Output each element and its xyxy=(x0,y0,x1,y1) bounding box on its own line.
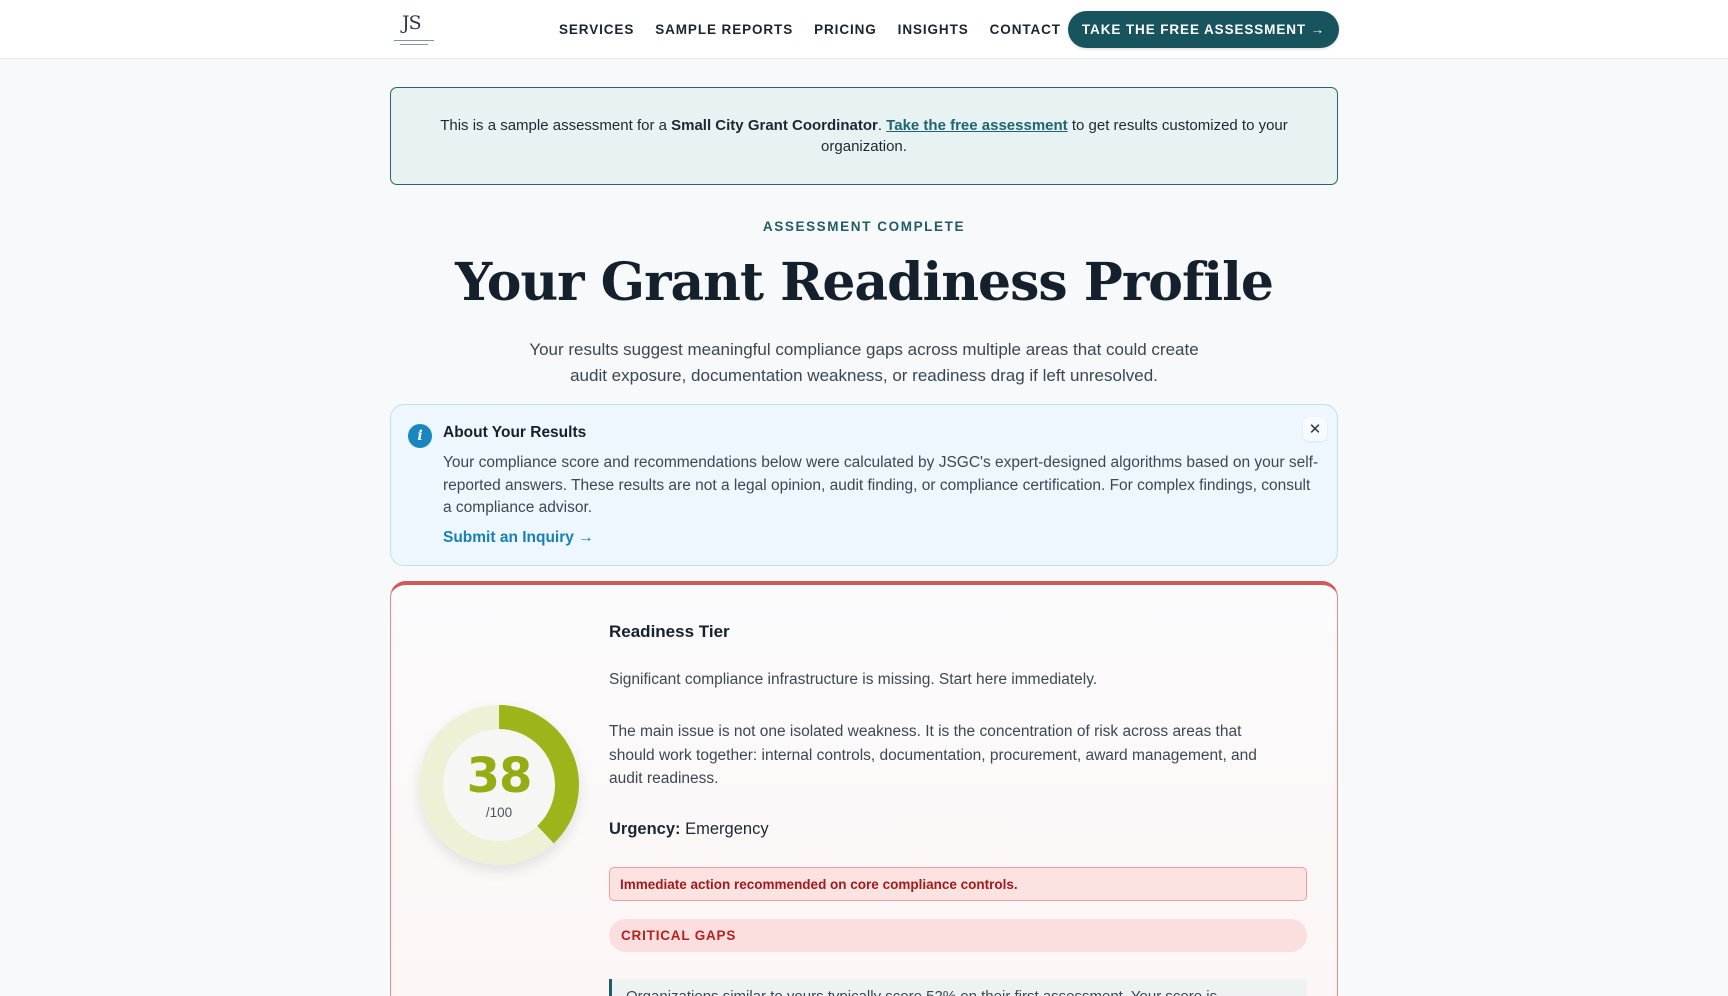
tier-body: The main issue is not one isolated weakn… xyxy=(609,723,1257,787)
about-results-panel: i About Your Results Your compliance sco… xyxy=(390,404,1338,566)
nav-link-pricing[interactable]: PRICING xyxy=(814,22,877,37)
top-navigation: JS SERVICES SAMPLE REPORTS PRICING INSIG… xyxy=(0,0,1728,59)
page-title: Your Grant Readiness Profile xyxy=(455,252,1274,313)
urgency-value: Emergency xyxy=(685,820,769,838)
eyebrow-label: ASSESSMENT COMPLETE xyxy=(762,219,966,234)
nav-link-contact[interactable]: CONTACT xyxy=(990,22,1061,37)
score-max: /100 xyxy=(485,805,513,820)
critical-gaps-badge[interactable]: CRITICAL GAPS xyxy=(609,919,1307,952)
page-subtitle: Your results suggest meaningful complian… xyxy=(529,340,1199,385)
logo[interactable]: JS xyxy=(392,10,436,48)
info-icon: i xyxy=(408,424,432,448)
sample-notice-banner: This is a sample assessment for a Small … xyxy=(390,87,1338,185)
sample-role: Small City Grant Coordinator xyxy=(671,117,878,134)
about-results-body: Your compliance score and recommendation… xyxy=(443,454,1319,516)
action-alert: Immediate action recommended on core com… xyxy=(609,867,1307,901)
logo-rule xyxy=(400,44,428,45)
nav-links: SERVICES SAMPLE REPORTS PRICING INSIGHTS… xyxy=(559,0,1082,59)
logo-rule xyxy=(394,40,434,41)
urgency-line: Urgency: Emergency xyxy=(609,820,769,839)
benchmark-note: Organizations similar to yours typically… xyxy=(609,979,1307,996)
about-results-title: About Your Results xyxy=(443,424,587,441)
nav-link-sample-reports[interactable]: SAMPLE REPORTS xyxy=(655,22,793,37)
take-assessment-link[interactable]: Take the free assessment xyxy=(886,117,1068,134)
sample-notice-mid: . xyxy=(877,117,887,134)
nav-link-insights[interactable]: INSIGHTS xyxy=(898,22,969,37)
submit-inquiry-link[interactable]: Submit an Inquiry → xyxy=(443,529,594,547)
tier-description: Significant compliance infrastructure is… xyxy=(609,671,1098,688)
sample-notice-text: This is a sample assessment for a Small … xyxy=(439,115,1289,157)
tier-label: Readiness Tier xyxy=(609,622,730,641)
score-value: 38 xyxy=(466,748,533,804)
nav-link-services[interactable]: SERVICES xyxy=(559,22,634,37)
readiness-result-card: 38 /100 Readiness Tier Significant compl… xyxy=(390,581,1338,996)
take-assessment-button[interactable]: TAKE THE FREE ASSESSMENT → xyxy=(1068,11,1339,48)
urgency-label: Urgency: xyxy=(609,820,681,838)
close-icon[interactable]: ✕ xyxy=(1303,417,1327,441)
sample-notice-prefix: This is a sample assessment for a xyxy=(440,117,672,134)
logo-mark: JS xyxy=(402,12,422,34)
